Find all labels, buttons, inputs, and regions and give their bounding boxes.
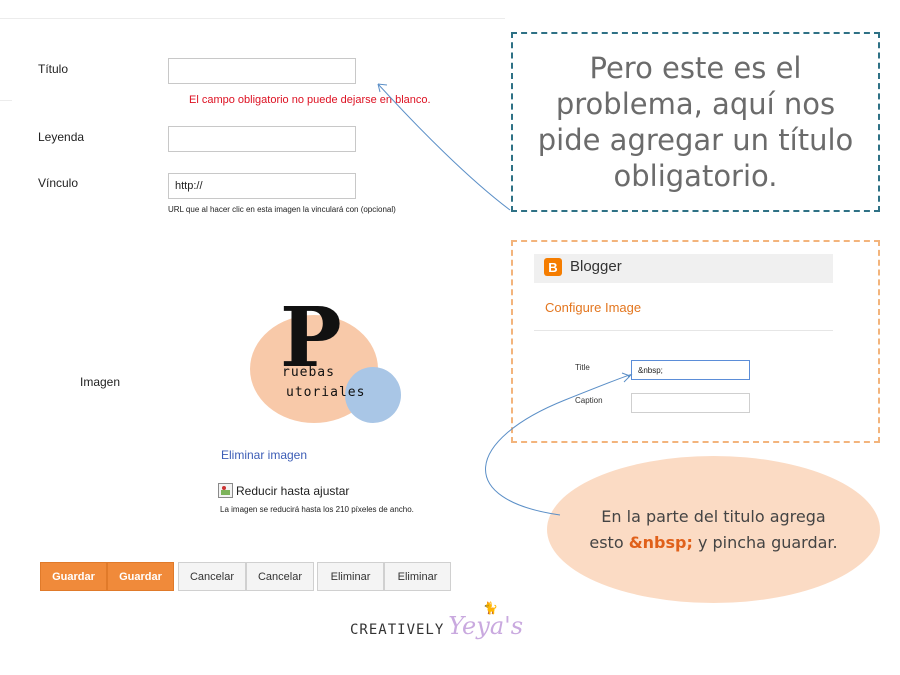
save-button-2[interactable]: Guardar xyxy=(107,562,174,591)
blogger-divider xyxy=(534,330,833,331)
image-preview: P ruebas utoriales xyxy=(248,297,401,430)
side-divider xyxy=(0,100,12,101)
brand-part-2: Yeya's xyxy=(448,612,524,640)
blogger-title-label: Title xyxy=(575,363,590,372)
save-button[interactable]: Guardar xyxy=(40,562,107,591)
problem-callout: Pero este es el problema, aquí nos pide … xyxy=(511,32,880,212)
delete-button[interactable]: Eliminar xyxy=(317,562,384,591)
link-input[interactable] xyxy=(168,173,356,199)
link-hint: URL que al hacer clic en esta imagen la … xyxy=(168,205,396,214)
cancel-button[interactable]: Cancelar xyxy=(178,562,246,591)
image-label: Imagen xyxy=(80,375,121,389)
brand-part-1: CREATIVELY xyxy=(350,622,445,638)
resize-option[interactable]: Reducir hasta ajustar xyxy=(218,483,349,498)
error-message: El campo obligatorio no puede dejarse en… xyxy=(189,94,431,106)
note-text-after: y pincha guardar. xyxy=(692,532,838,552)
configure-image-title: Configure Image xyxy=(545,300,642,315)
title-input[interactable] xyxy=(168,58,356,84)
broken-image-icon xyxy=(218,483,233,498)
resize-label: Reducir hasta ajustar xyxy=(236,483,350,498)
cancel-button-2[interactable]: Cancelar xyxy=(246,562,314,591)
note-code: &nbsp; xyxy=(628,532,693,552)
logo-line-1: ruebas xyxy=(282,365,335,380)
logo-line-2: utoriales xyxy=(286,385,366,400)
link-label: Vínculo xyxy=(38,176,79,190)
remove-image-link[interactable]: Eliminar imagen xyxy=(221,448,307,462)
blogger-name: Blogger xyxy=(570,258,622,275)
blogger-title-input[interactable]: &nbsp; xyxy=(631,360,750,380)
title-label: Título xyxy=(38,62,69,76)
cat-icon: 🐈 xyxy=(483,601,498,615)
brand-signature: CREATIVELY Yeya's xyxy=(350,612,523,640)
delete-button-2[interactable]: Eliminar xyxy=(384,562,451,591)
blogger-caption-input[interactable] xyxy=(631,393,750,413)
resize-hint: La imagen se reducirá hasta los 210 píxe… xyxy=(220,505,414,514)
top-divider xyxy=(0,18,505,19)
blogger-caption-label: Caption xyxy=(575,396,603,405)
instruction-note: En la parte del titulo agrega esto &nbsp… xyxy=(547,456,880,603)
blogger-icon: B xyxy=(544,258,562,276)
legend-input[interactable] xyxy=(168,126,356,152)
legend-label: Leyenda xyxy=(38,130,85,144)
